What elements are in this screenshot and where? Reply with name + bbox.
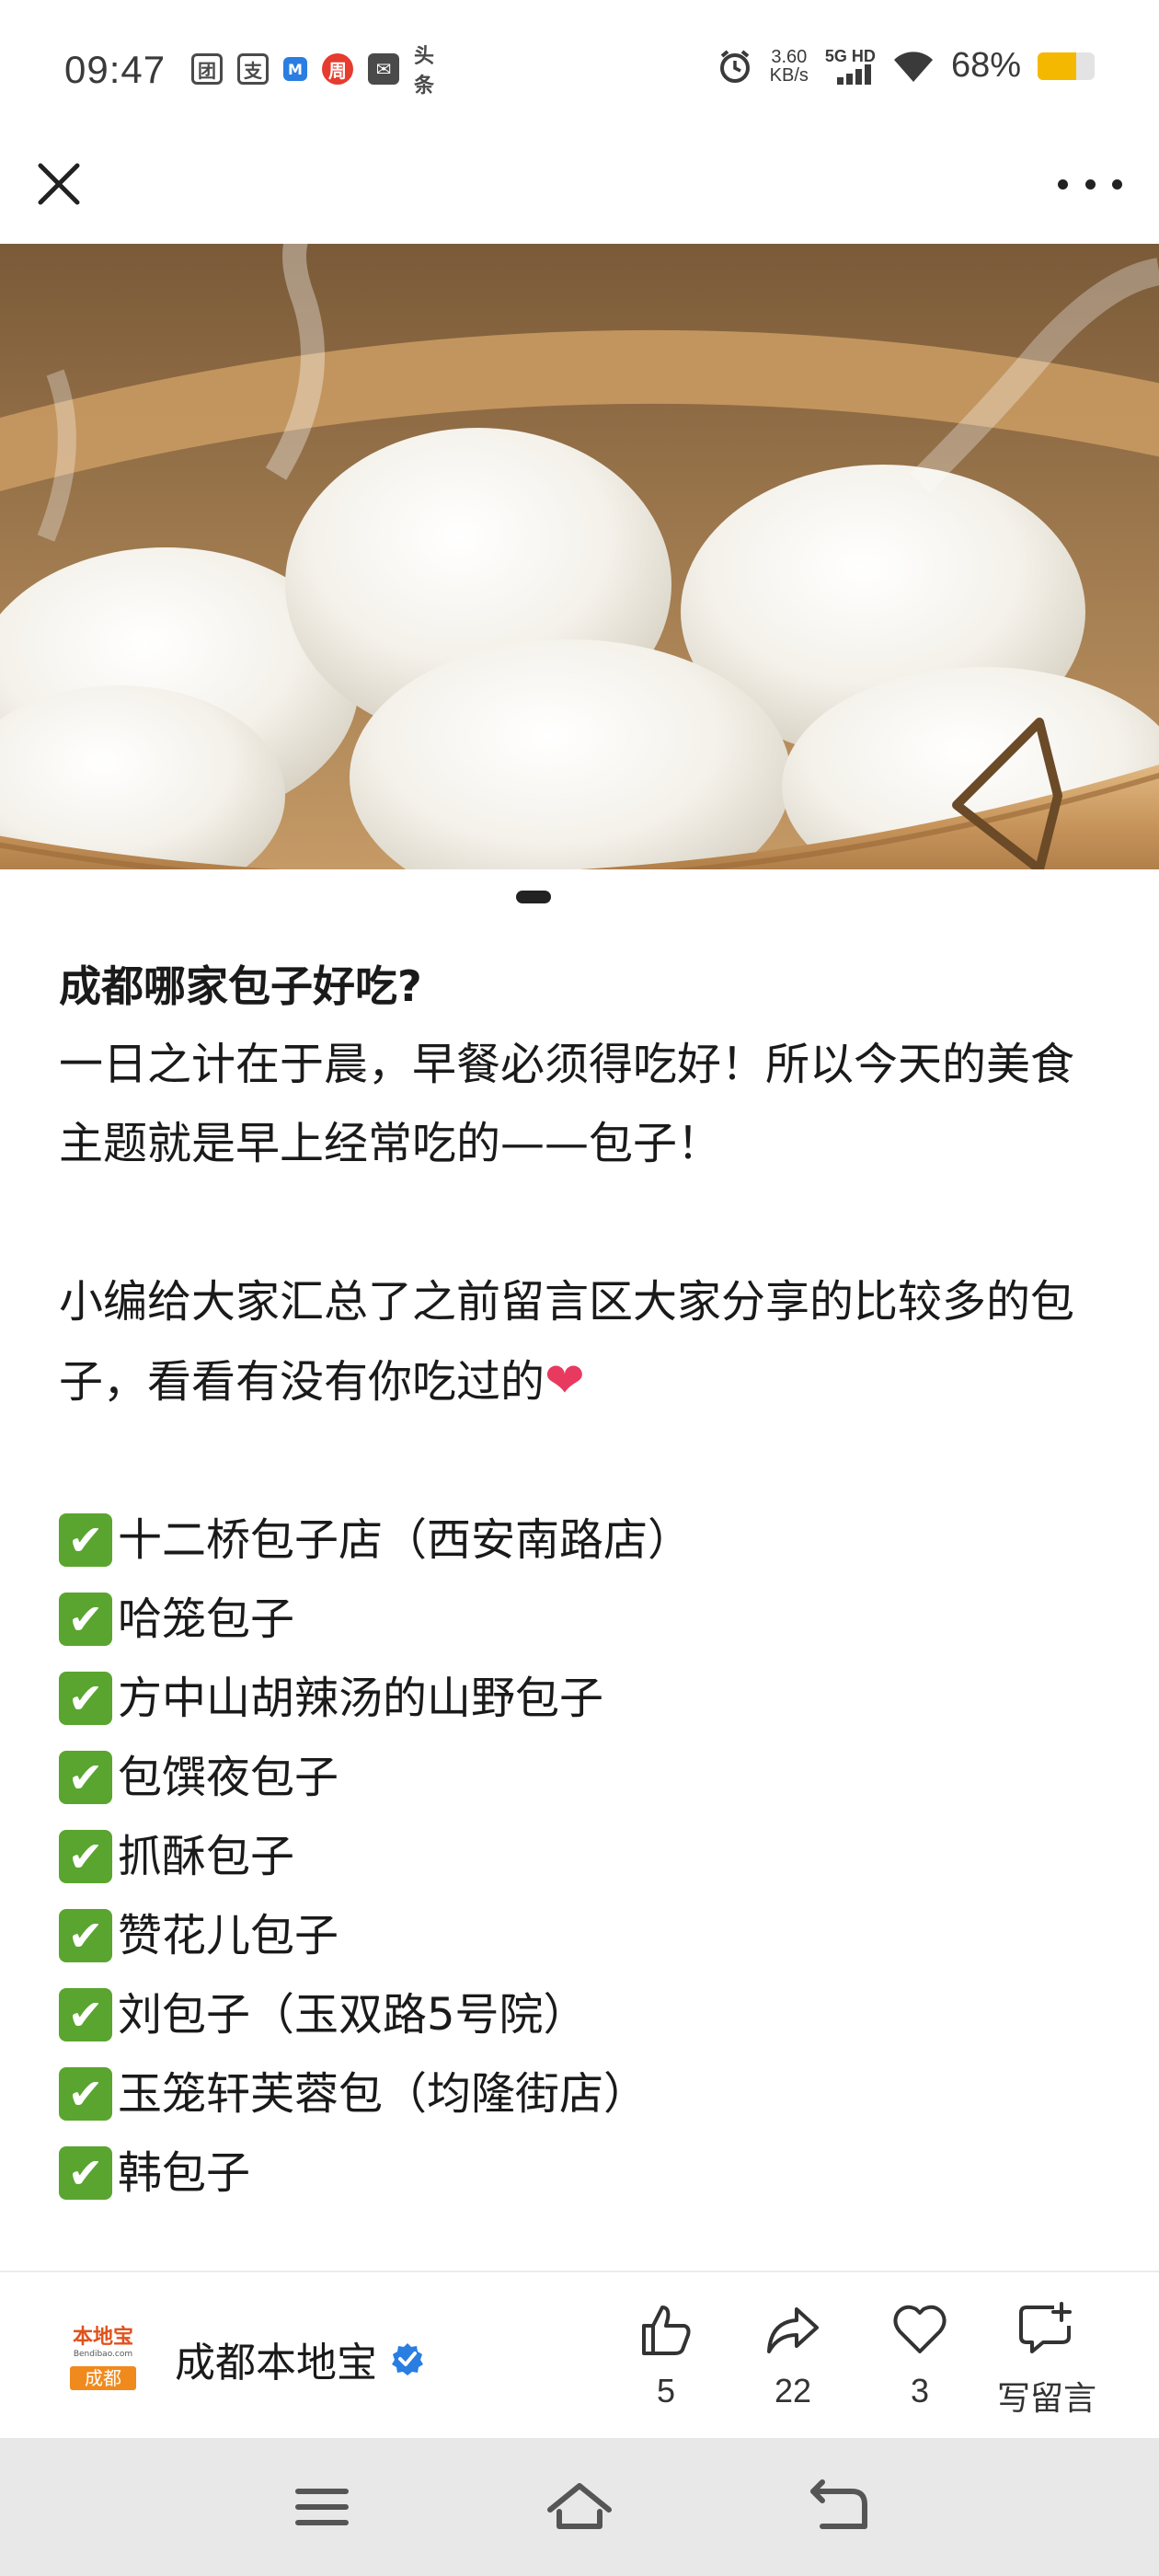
list-item-text: 抓酥包子 bbox=[118, 1831, 295, 1882]
list-item: ✔ 玉笼轩芙蓉包（均隆街店） bbox=[59, 2054, 1107, 2133]
check-mark-icon: ✔ bbox=[59, 1672, 112, 1725]
list-item-text: 玉笼轩芙蓉包（均隆街店） bbox=[118, 2068, 648, 2120]
add-comment-icon bbox=[1019, 2302, 1072, 2353]
list-item-text: 方中山胡辣汤的山野包子 bbox=[118, 1673, 604, 1724]
author-avatar[interactable]: 本地宝 Bendibao.com 成都 bbox=[61, 2320, 145, 2392]
home-icon[interactable] bbox=[543, 2475, 616, 2539]
verified-badge-icon bbox=[392, 2343, 423, 2375]
list-item: ✔ 抓酥包子 bbox=[59, 1817, 1107, 1896]
article-body: 成都哪家包子好吃? 一日之计在于晨，早餐必须得吃好！所以今天的美食主题就是早上经… bbox=[59, 948, 1107, 2213]
list-item: ✔ 十二桥包子店（西安南路店） bbox=[59, 1501, 1107, 1580]
list-item: ✔ 包馔夜包子 bbox=[59, 1738, 1107, 1817]
article-action-bar: 本地宝 Bendibao.com 成都 成都本地宝 5 22 3 写留言 bbox=[0, 2271, 1159, 2436]
battery-fill bbox=[1038, 52, 1077, 80]
network-type: 5G HD bbox=[824, 46, 876, 65]
heart-emoji-icon: ❤ bbox=[545, 1353, 585, 1409]
logo-text: 本地宝 bbox=[72, 2326, 133, 2349]
list-item-text: 韩包子 bbox=[118, 2147, 251, 2199]
list-item-text: 刘包子（玉双路5号院） bbox=[118, 1989, 588, 2041]
signal-bars-icon bbox=[836, 63, 871, 85]
menu-icon[interactable] bbox=[285, 2475, 359, 2539]
write-comment-label: 写留言 bbox=[996, 2379, 1096, 2417]
check-mark-icon: ✔ bbox=[59, 1830, 112, 1883]
image-pager bbox=[0, 891, 1159, 909]
back-icon[interactable] bbox=[800, 2475, 874, 2539]
author-name-group[interactable]: 成都本地宝 bbox=[175, 2329, 425, 2388]
list-item: ✔ 韩包子 bbox=[59, 2133, 1107, 2213]
logo-url: Bendibao.com bbox=[73, 2350, 133, 2359]
bun-shop-list: ✔ 十二桥包子店（西安南路店） ✔ 哈笼包子 ✔ 方中山胡辣汤的山野包子 ✔ 包馔夜包子… bbox=[59, 1501, 1107, 2213]
promo-app-icon: 周 bbox=[322, 53, 353, 85]
write-comment-button[interactable]: 写留言 bbox=[992, 2300, 1102, 2420]
logo-city: 成都 bbox=[85, 2367, 121, 2389]
list-item-text: 十二桥包子店（西安南路店） bbox=[118, 1514, 693, 1566]
thumbs-up-icon bbox=[642, 2306, 691, 2355]
check-mark-icon: ✔ bbox=[59, 2067, 112, 2121]
meituan-icon: 团 bbox=[191, 53, 223, 85]
more-dot-icon bbox=[1084, 178, 1096, 190]
check-mark-icon: ✔ bbox=[59, 1909, 112, 1962]
more-options-button[interactable] bbox=[1058, 166, 1122, 202]
share-icon bbox=[767, 2307, 819, 2353]
system-nav-bar bbox=[0, 2438, 1159, 2576]
check-mark-icon: ✔ bbox=[59, 1513, 112, 1567]
check-mark-icon: ✔ bbox=[59, 1988, 112, 2041]
alipay-icon: 支 bbox=[237, 53, 269, 85]
article-paragraph: 小编给大家汇总了之前留言区大家分享的比较多的包子，看看有没有你吃过的❤ bbox=[59, 1262, 1107, 1421]
list-item: ✔ 赞花儿包子 bbox=[59, 1896, 1107, 1975]
share-count: 22 bbox=[774, 2372, 812, 2409]
notification-icons: 团 支 M 周 ✉ 头条 bbox=[191, 45, 451, 98]
like-button[interactable]: 5 bbox=[611, 2300, 721, 2410]
speed-value: 3.60 bbox=[771, 46, 808, 67]
speed-unit: KB/s bbox=[769, 64, 809, 86]
cellular-signal: 5G HD bbox=[825, 48, 876, 85]
network-speed: 3.60 KB/s bbox=[770, 48, 809, 85]
list-item: ✔ 哈笼包子 bbox=[59, 1580, 1107, 1659]
article-paragraph: 一日之计在于晨，早餐必须得吃好！所以今天的美食主题就是早上经常吃的——包子！ bbox=[59, 1039, 1075, 1169]
wifi-icon bbox=[893, 51, 933, 82]
list-item-text: 哈笼包子 bbox=[118, 1593, 295, 1645]
list-item-text: 包馔夜包子 bbox=[118, 1752, 339, 1803]
message-icon: ✉ bbox=[368, 53, 399, 85]
status-time: 09:47 bbox=[64, 48, 166, 91]
more-dot-icon bbox=[1112, 178, 1122, 190]
pager-dot-active bbox=[516, 891, 551, 903]
author-name: 成都本地宝 bbox=[175, 2340, 377, 2386]
check-mark-icon: ✔ bbox=[59, 1593, 112, 1646]
status-bar: 09:47 团 支 M 周 ✉ 头条 3.60 KB/s 5G HD 68% bbox=[0, 0, 1159, 138]
share-button[interactable]: 22 bbox=[738, 2300, 848, 2410]
battery-icon bbox=[1038, 52, 1095, 80]
toutiao-icon: 头条 bbox=[414, 45, 435, 98]
like-count: 5 bbox=[656, 2372, 676, 2409]
list-item: ✔ 方中山胡辣汤的山野包子 bbox=[59, 1659, 1107, 1738]
close-icon[interactable] bbox=[31, 156, 86, 212]
list-item: ✔ 刘包子（玉双路5号院） bbox=[59, 1975, 1107, 2054]
system-status: 3.60 KB/s 5G HD 68% bbox=[717, 46, 1095, 86]
favorite-count: 3 bbox=[910, 2372, 930, 2409]
top-nav bbox=[0, 138, 1159, 244]
more-dot-icon bbox=[1058, 178, 1068, 190]
battery-percent: 68% bbox=[950, 46, 1021, 85]
article-title: 成都哪家包子好吃? bbox=[59, 961, 422, 1011]
check-mark-icon: ✔ bbox=[59, 2146, 112, 2200]
favorite-button[interactable]: 3 bbox=[865, 2300, 975, 2410]
steamed-buns-illustration bbox=[0, 244, 1159, 869]
hero-image[interactable] bbox=[0, 244, 1159, 869]
m-app-icon: M bbox=[283, 57, 307, 81]
alarm-icon bbox=[719, 49, 750, 83]
check-mark-icon: ✔ bbox=[59, 1751, 112, 1804]
list-item-text: 赞花儿包子 bbox=[118, 1910, 339, 1961]
heart-outline-icon bbox=[893, 2305, 947, 2353]
